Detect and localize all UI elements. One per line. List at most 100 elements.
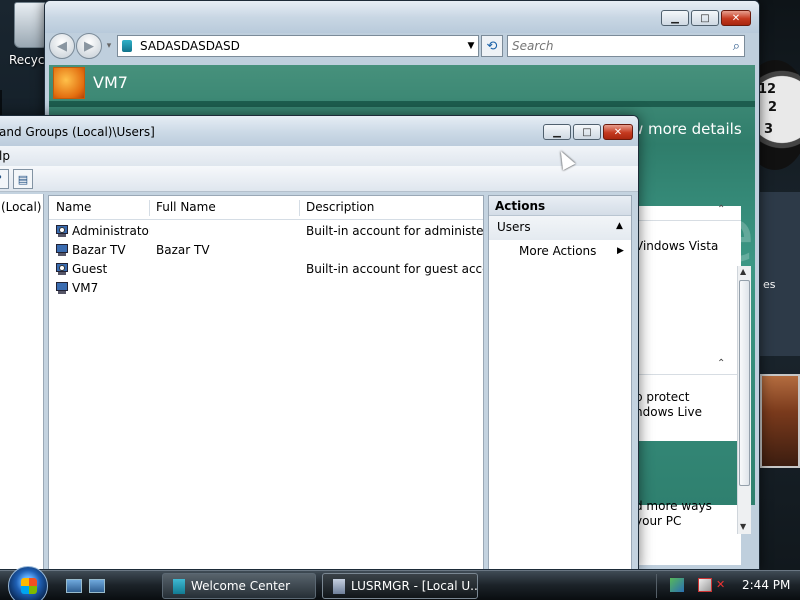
welcome-titlebar[interactable]: ▁ □ ✕ bbox=[45, 1, 759, 33]
show-desktop-icon[interactable] bbox=[66, 579, 82, 593]
lusrmgr-maximize-button[interactable]: □ bbox=[573, 124, 601, 140]
panel-text-protect[interactable]: p protect bbox=[635, 390, 689, 404]
actions-section-label[interactable]: Users bbox=[497, 220, 531, 234]
forward-button[interactable]: ▶ bbox=[76, 33, 102, 59]
panel-divider-2 bbox=[635, 374, 741, 375]
user-full-name: Bazar TV bbox=[156, 243, 210, 257]
lusrmgr-title: and Groups (Local)\Users] bbox=[0, 125, 155, 139]
address-text[interactable]: SADASDASDASD bbox=[140, 39, 464, 53]
lusrmgr-minimize-button[interactable]: ▁ bbox=[543, 124, 571, 140]
help-toolbar-button[interactable]: ? bbox=[0, 169, 9, 189]
network-tray-icon[interactable] bbox=[670, 578, 684, 592]
welcome-minimize-button[interactable]: ▁ bbox=[661, 10, 689, 26]
welcome-center-icon bbox=[122, 40, 132, 52]
taskbar-clock[interactable]: 2:44 PM bbox=[742, 578, 790, 592]
scroll-up-arrow-icon[interactable]: ▲ bbox=[740, 267, 746, 276]
welcome-close-button[interactable]: ✕ bbox=[721, 10, 751, 26]
task-label: Welcome Center bbox=[191, 579, 291, 593]
network-disconnected-tray-icon[interactable] bbox=[698, 578, 712, 592]
slideshow-gadget[interactable] bbox=[760, 374, 800, 468]
panel-divider bbox=[635, 220, 741, 221]
user-icon bbox=[55, 243, 69, 257]
lusrmgr-window[interactable]: and Groups (Local)\Users] ▁ □ ✕ lp ? ▤ (… bbox=[0, 115, 639, 570]
table-row[interactable]: Guest Built-in account for guest access … bbox=[49, 260, 485, 279]
address-dropdown-button[interactable]: ▼ bbox=[464, 41, 478, 51]
panel-text-pc[interactable]: your PC bbox=[635, 514, 681, 528]
sidebar-feed-gadget[interactable]: es bbox=[758, 192, 800, 356]
user-name: Guest bbox=[72, 262, 108, 276]
taskbar-item-welcome-center[interactable]: Welcome Center bbox=[162, 573, 316, 599]
disabled-user-icon bbox=[55, 262, 69, 276]
lusrmgr-task-icon bbox=[333, 579, 345, 594]
switch-windows-icon[interactable] bbox=[89, 579, 105, 593]
panel-text-ways[interactable]: d more ways bbox=[635, 499, 712, 513]
users-list-pane: Name Full Name Description Administrator… bbox=[48, 195, 485, 569]
collapse-section-icon[interactable]: ▲ bbox=[616, 221, 623, 231]
actions-title: Actions bbox=[495, 199, 546, 213]
actions-users-section[interactable]: Users ▲ bbox=[489, 216, 631, 240]
table-row[interactable]: VM7 bbox=[49, 279, 485, 298]
recycle-bin-label[interactable]: Recyc bbox=[9, 53, 44, 67]
welcome-maximize-button[interactable]: □ bbox=[691, 10, 719, 26]
actions-pane: Actions Users ▲ More Actions ▶ bbox=[488, 195, 632, 569]
lusrmgr-close-button[interactable]: ✕ bbox=[603, 124, 633, 140]
collapse-chevron-icon[interactable]: ⌃ bbox=[717, 204, 725, 215]
menu-help[interactable]: lp bbox=[0, 149, 10, 163]
search-input[interactable] bbox=[512, 39, 733, 53]
panel-text-vista[interactable]: Vindows Vista bbox=[635, 239, 718, 253]
column-header-description[interactable]: Description bbox=[306, 200, 374, 214]
welcome-tasks-panel: ⌃ Vindows Vista ⌃ p protect ndows Live bbox=[635, 204, 741, 441]
user-description: Built-in account for administering bbox=[306, 224, 483, 238]
computer-logo-icon bbox=[53, 67, 85, 99]
lusrmgr-titlebar[interactable]: and Groups (Local)\Users] ▁ □ ✕ bbox=[0, 116, 638, 146]
table-row[interactable]: Administrator Built-in account for admin… bbox=[49, 222, 485, 241]
user-name: VM7 bbox=[72, 281, 99, 295]
start-button[interactable] bbox=[8, 566, 48, 600]
column-header-full-name[interactable]: Full Name bbox=[156, 200, 216, 214]
clock-number-3: 3 bbox=[764, 122, 774, 137]
user-icon bbox=[55, 281, 69, 295]
lusrmgr-menubar: lp bbox=[0, 146, 638, 166]
collapse-chevron-icon-2[interactable]: ⌃ bbox=[717, 358, 725, 369]
scroll-down-arrow-icon[interactable]: ▼ bbox=[740, 522, 746, 531]
task-label: LUSRMGR - [Local U... bbox=[351, 579, 478, 593]
search-icon[interactable]: ⌕ bbox=[733, 39, 740, 54]
back-button[interactable]: ◀ bbox=[49, 33, 75, 59]
sidebar-feed-text: es bbox=[763, 278, 776, 291]
clock-number-2: 2 bbox=[768, 100, 778, 115]
welcome-bottom-panel: d more ways your PC bbox=[635, 499, 741, 565]
welcome-center-task-icon bbox=[173, 579, 185, 594]
disabled-user-icon bbox=[55, 224, 69, 238]
submenu-arrow-icon[interactable]: ▶ bbox=[617, 246, 624, 256]
users-list-header: Name Full Name Description bbox=[49, 196, 483, 220]
user-name: Bazar TV bbox=[72, 243, 126, 257]
user-name: Administrator bbox=[72, 224, 150, 238]
table-row[interactable]: Bazar TV Bazar TV bbox=[49, 241, 485, 260]
recycle-bin-icon[interactable] bbox=[14, 2, 48, 48]
windows-logo-icon bbox=[21, 578, 37, 594]
tray-divider bbox=[656, 574, 657, 598]
column-separator-2[interactable] bbox=[299, 200, 300, 216]
scrollbar-thumb[interactable] bbox=[739, 280, 750, 486]
show-more-details-link[interactable]: w more details bbox=[631, 120, 742, 138]
console-tree-pane: (Local) bbox=[0, 194, 44, 569]
refresh-button[interactable]: ⟲ bbox=[481, 35, 503, 57]
panel-text-live[interactable]: ndows Live bbox=[635, 405, 702, 419]
recent-pages-dropdown[interactable]: ▾ bbox=[103, 41, 115, 51]
search-box[interactable]: ⌕ bbox=[507, 35, 745, 57]
welcome-scrollbar[interactable]: ▲ ▼ bbox=[737, 266, 751, 534]
desktop: Recyc 12 2 3 es ▁ □ ✕ ◀ ▶ ▾ SADASDASDASD… bbox=[0, 0, 800, 570]
column-header-name[interactable]: Name bbox=[56, 200, 91, 214]
show-hide-action-pane-button[interactable]: ▤ bbox=[13, 169, 33, 189]
taskbar-item-lusrmgr[interactable]: LUSRMGR - [Local U... bbox=[322, 573, 478, 599]
user-description: Built-in account for guest access t bbox=[306, 262, 483, 276]
taskbar: Welcome Center LUSRMGR - [Local U... ✕ 2… bbox=[0, 566, 800, 600]
welcome-window-controls: ▁ □ ✕ bbox=[661, 10, 751, 26]
computer-name: VM7 bbox=[93, 73, 128, 92]
column-separator[interactable] bbox=[149, 200, 150, 216]
clock-number-12: 12 bbox=[758, 82, 777, 97]
volume-muted-tray-icon[interactable]: ✕ bbox=[716, 578, 730, 592]
tree-item-local[interactable]: (Local) bbox=[1, 200, 41, 214]
address-bar[interactable]: SADASDASDASD ▼ bbox=[117, 35, 479, 57]
more-actions-item[interactable]: More Actions bbox=[519, 244, 596, 258]
